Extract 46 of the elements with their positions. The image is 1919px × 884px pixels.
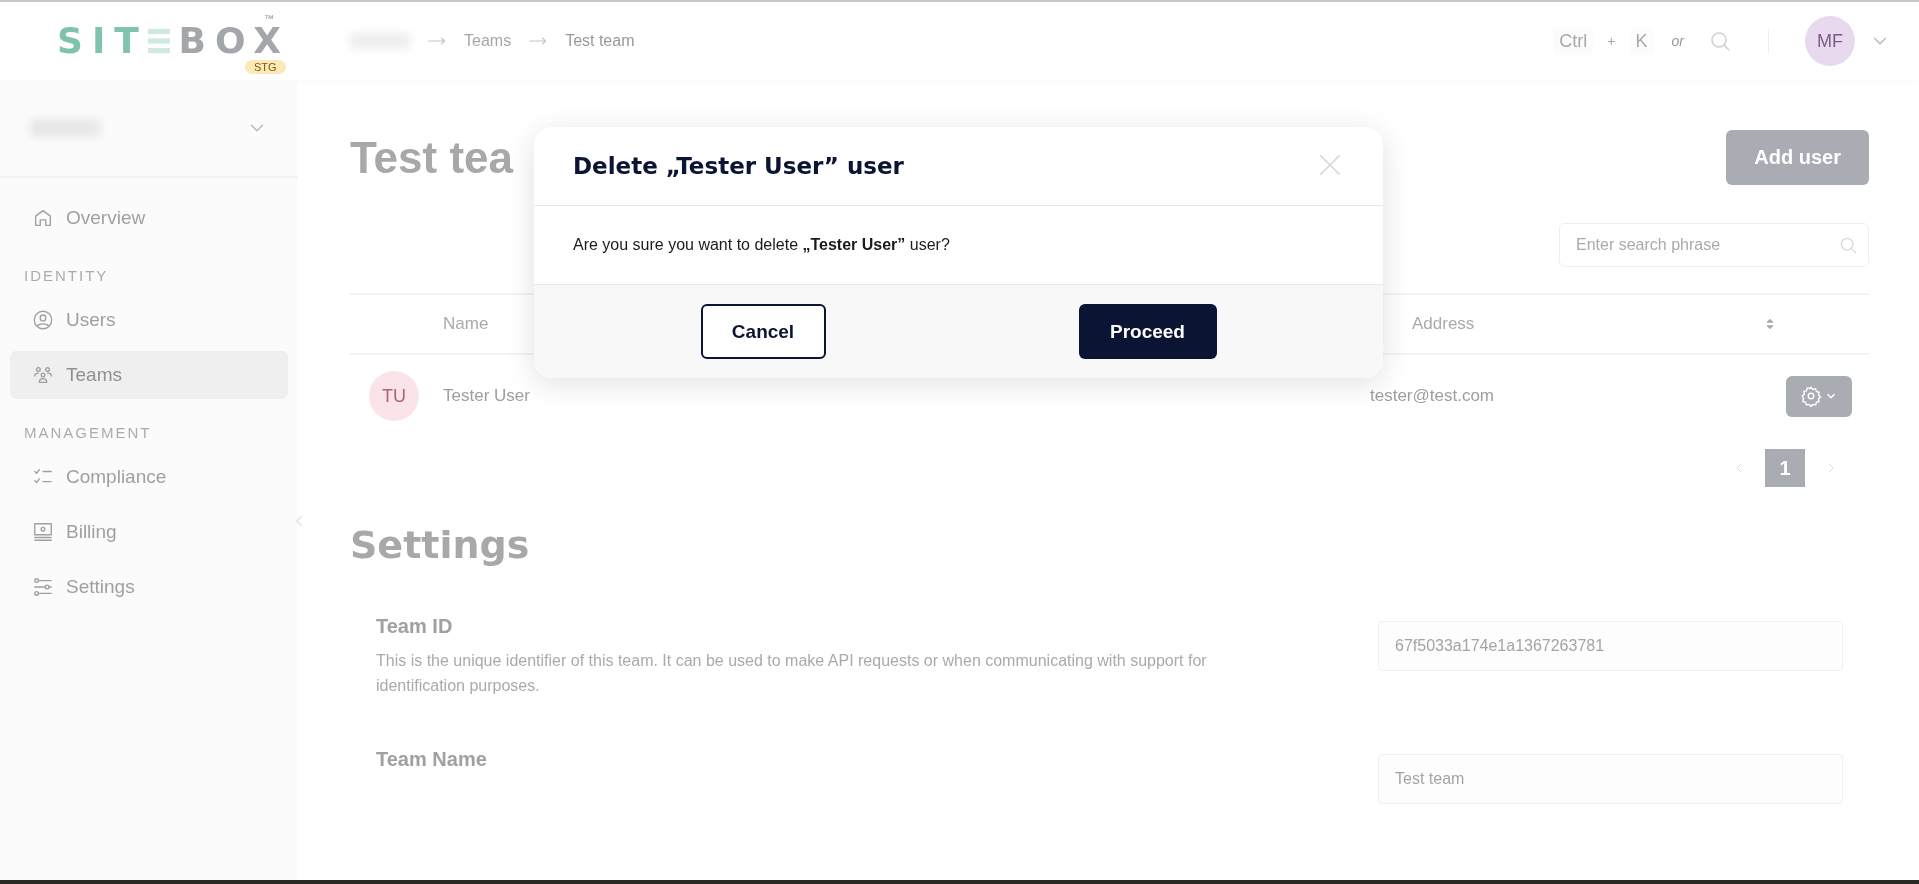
page-button[interactable]: 1 bbox=[1765, 449, 1805, 487]
logo-text: SIT bbox=[57, 23, 148, 59]
sidebar-item[interactable]: Overview bbox=[10, 194, 288, 242]
proceed-button[interactable]: Proceed bbox=[1078, 304, 1217, 359]
gear-icon bbox=[1800, 385, 1822, 407]
environment-badge: STG bbox=[245, 60, 286, 74]
column-header[interactable]: Name bbox=[443, 314, 489, 334]
input-field[interactable]: Test team bbox=[1378, 754, 1843, 804]
section-heading: MANAGEMENT bbox=[23, 423, 153, 443]
input-field[interactable]: 67f5033a174e1a1367263781 bbox=[1378, 621, 1843, 671]
logo-bars-icon bbox=[147, 26, 171, 56]
breadcrumb-link[interactable]: Teams bbox=[464, 32, 512, 50]
setting-description: This is the unique identifier of this team. It can be used to make API requests or when communicating with support for identification purposes. bbox=[376, 651, 1208, 696]
user-icon bbox=[32, 309, 54, 331]
sidebar-item[interactable]: Billing bbox=[10, 508, 288, 556]
payment-icon bbox=[32, 521, 54, 543]
user-avatar: TU bbox=[369, 371, 419, 421]
setting-label: Team Name bbox=[376, 748, 488, 771]
sliders-icon bbox=[32, 576, 54, 598]
search-icon bbox=[1838, 235, 1858, 255]
sidebar-item[interactable]: Teams bbox=[10, 351, 288, 399]
home-icon bbox=[32, 207, 54, 229]
search-field[interactable]: Enter search phrase bbox=[1559, 223, 1869, 267]
table-cell: Tester User bbox=[443, 386, 530, 405]
page-title: Test tea bbox=[350, 132, 514, 183]
setting-label: Team ID bbox=[376, 615, 454, 638]
or-label: or bbox=[1671, 33, 1684, 49]
sidebar-item[interactable]: Settings bbox=[10, 563, 288, 611]
logo-text: BOX bbox=[178, 23, 290, 59]
actions-button[interactable] bbox=[1786, 375, 1852, 417]
plus-sign: + bbox=[1607, 33, 1616, 49]
search-icon bbox=[1708, 29, 1732, 53]
group-icon bbox=[32, 364, 54, 386]
section-title: Settings bbox=[350, 523, 531, 567]
breadcrumb-link[interactable]: Test team bbox=[565, 32, 635, 50]
table-cell: tester@test.com bbox=[1370, 386, 1494, 405]
add-user-button[interactable]: Add user bbox=[1726, 130, 1869, 185]
sidebar-item[interactable]: Users bbox=[10, 296, 288, 344]
column-header[interactable]: Address bbox=[1412, 314, 1475, 334]
trademark: ™ bbox=[264, 13, 274, 24]
dialog-message: Are you sure you want to delete „Tester User” user? bbox=[573, 236, 950, 254]
dialog-title: Delete „Tester User” user bbox=[573, 153, 904, 179]
sidebar-item[interactable]: Compliance bbox=[10, 453, 288, 501]
cancel-button[interactable]: Cancel bbox=[700, 304, 826, 359]
section-heading: IDENTITY bbox=[23, 266, 110, 286]
user-avatar[interactable]: MF bbox=[1805, 16, 1855, 66]
